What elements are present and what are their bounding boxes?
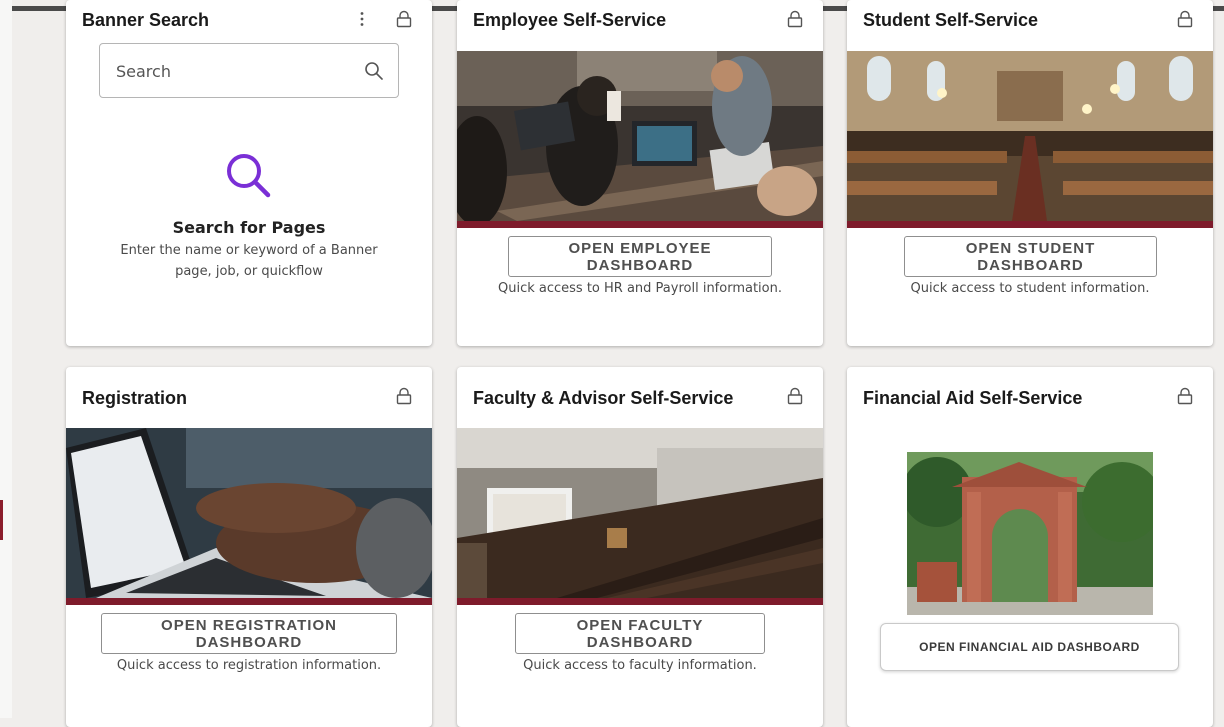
lock-icon[interactable] <box>396 10 412 28</box>
kebab-menu-icon[interactable] <box>358 11 366 27</box>
open-financial-aid-dashboard-button[interactable]: OPEN FINANCIAL AID DASHBOARD <box>880 623 1179 671</box>
student-description: Quick access to student information. <box>910 281 1150 296</box>
lock-icon[interactable] <box>787 10 803 28</box>
lock-icon[interactable] <box>1177 10 1193 28</box>
faculty-card-title: Faculty & Advisor Self-Service <box>473 388 734 408</box>
student-self-service-card: Student Self-Service OPEN STUDENT DASHBO… <box>847 0 1213 346</box>
search-input[interactable] <box>116 58 356 84</box>
faculty-description: Quick access to faculty information. <box>523 658 757 673</box>
search-pages-heading: Search for Pages <box>172 218 326 237</box>
open-faculty-dashboard-button[interactable]: OPEN FACULTY DASHBOARD <box>515 613 765 654</box>
accent-bar <box>847 221 1213 228</box>
open-student-dashboard-button[interactable]: OPEN STUDENT DASHBOARD <box>904 236 1157 277</box>
registration-card: Registration OPEN REGISTRATION DASHBOARD… <box>66 367 432 727</box>
employee-photo <box>457 51 823 221</box>
employee-self-service-card: Employee Self-Service OPEN EMPLOYEE DASH… <box>457 0 823 346</box>
lock-icon[interactable] <box>787 387 803 405</box>
employee-description: Quick access to HR and Payroll informati… <box>498 281 782 296</box>
open-employee-dashboard-button[interactable]: OPEN EMPLOYEE DASHBOARD <box>508 236 772 277</box>
financial-aid-card: Financial Aid Self-Service OPEN FINANCIA… <box>847 367 1213 727</box>
faculty-photo <box>457 428 823 598</box>
search-help-line2: page, job, or quickflow <box>175 264 323 279</box>
search-field[interactable] <box>99 43 399 98</box>
registration-description: Quick access to registration information… <box>116 658 382 673</box>
registration-photo <box>66 428 432 598</box>
magnifier-icon <box>222 149 274 201</box>
lock-icon[interactable] <box>396 387 412 405</box>
lock-icon[interactable] <box>1177 387 1193 405</box>
student-photo <box>847 51 1213 221</box>
registration-card-title: Registration <box>82 388 188 408</box>
search-help-line1: Enter the name or keyword of a Banner <box>120 243 378 258</box>
employee-card-title: Employee Self-Service <box>473 10 667 30</box>
banner-search-card: Banner Search Search for Pages Enter the… <box>66 0 432 346</box>
accent-bar <box>457 221 823 228</box>
left-accent <box>0 500 3 540</box>
search-icon[interactable] <box>364 61 384 81</box>
accent-bar <box>457 598 823 605</box>
left-strip <box>0 0 12 718</box>
accent-bar <box>66 598 432 605</box>
financial-aid-card-title: Financial Aid Self-Service <box>863 388 1083 408</box>
faculty-advisor-card: Faculty & Advisor Self-Service OPEN FACU… <box>457 367 823 727</box>
open-registration-dashboard-button[interactable]: OPEN REGISTRATION DASHBOARD <box>101 613 397 654</box>
financial-aid-photo <box>907 452 1153 615</box>
student-card-title: Student Self-Service <box>863 10 1039 30</box>
banner-search-title: Banner Search <box>82 10 210 30</box>
